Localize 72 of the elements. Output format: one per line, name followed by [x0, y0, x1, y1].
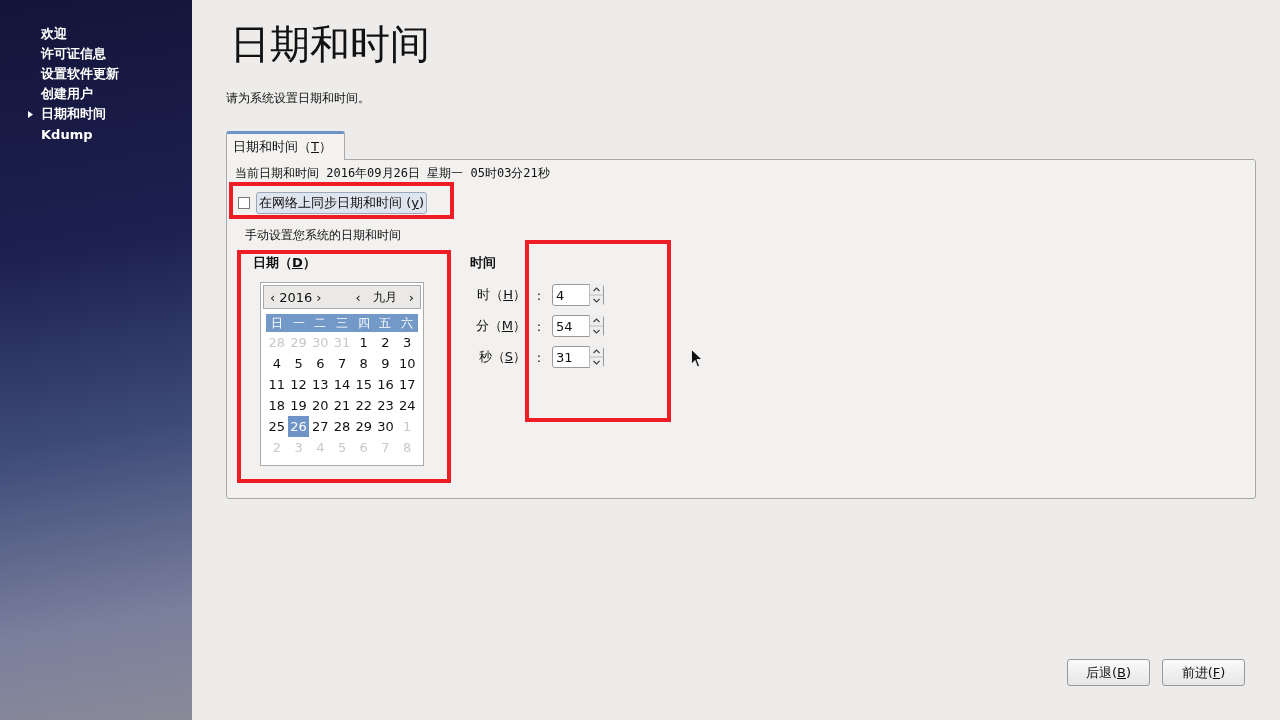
sidebar-item: 许可证信息	[41, 45, 106, 63]
calendar-day[interactable]: 11	[266, 374, 288, 395]
next-month-button[interactable]: ›	[406, 289, 416, 305]
year-label: 2016	[279, 289, 313, 305]
page-title: 日期和时间	[230, 20, 431, 69]
colon: :	[535, 318, 543, 334]
calendar-day[interactable]: 16	[374, 374, 397, 395]
weekday-label: 一	[291, 315, 306, 332]
calendar-day[interactable]: 14	[331, 374, 353, 395]
calendar-day[interactable]: 5	[287, 353, 310, 374]
spin-field[interactable]: 4	[552, 284, 604, 306]
sidebar-item: 创建用户	[41, 85, 93, 103]
weekday-label: 日	[269, 315, 284, 332]
calendar-day[interactable]: 30	[374, 416, 397, 437]
nav-button[interactable]: 后退(B)	[1067, 659, 1150, 686]
previous-year-button[interactable]: ‹	[268, 289, 278, 305]
calendar-day[interactable]: 6	[309, 353, 332, 374]
spin-field[interactable]: 54	[552, 315, 604, 337]
calendar-day[interactable]: 15	[352, 374, 375, 395]
calendar-day[interactable]: 13	[309, 374, 332, 395]
weekday-label: 二	[313, 315, 328, 332]
nav-button[interactable]: 前进(F)	[1162, 659, 1245, 686]
weekday-label: 五	[378, 315, 393, 332]
calendar-day[interactable]: 28	[331, 416, 353, 437]
calendar-day[interactable]: 22	[352, 395, 375, 416]
sidebar-item: 日期和时间	[41, 105, 106, 123]
checkbox[interactable]	[238, 197, 250, 209]
checkbox-label[interactable]: 在网络上同步日期和时间 (y)	[256, 192, 427, 214]
calendar-day[interactable]: 17	[396, 374, 419, 395]
spin-arrows-icon[interactable]	[589, 284, 603, 306]
weekday-label: 六	[400, 315, 415, 332]
calendar-day[interactable]: 24	[396, 395, 419, 416]
calendar-day[interactable]: 3	[396, 332, 419, 353]
field-label: 时（H）	[476, 286, 526, 304]
current-datetime: 当前日期和时间 2016年09月26日 星期一 05时03分21秒	[235, 165, 551, 182]
field-label: 秒（S）	[477, 348, 526, 366]
spin-arrows-icon[interactable]	[589, 315, 603, 337]
calendar-day[interactable]: 1	[352, 332, 375, 353]
calendar-day[interactable]: 25	[266, 416, 288, 437]
calendar-day[interactable]: 9	[374, 353, 397, 374]
weekday-label: 四	[356, 315, 371, 332]
calendar-day[interactable]: 10	[396, 353, 419, 374]
colon: :	[535, 287, 543, 303]
field-label: 分（M）	[474, 317, 526, 335]
sidebar-item: 设置软件更新	[41, 65, 119, 83]
section-label: 手动设置您系统的日期和时间	[244, 227, 402, 244]
calendar-day[interactable]: 19	[287, 395, 310, 416]
date-heading: 日期（D）	[253, 254, 317, 272]
calendar-day[interactable]: 4	[266, 353, 288, 374]
calendar-day[interactable]: 18	[266, 395, 288, 416]
sidebar-item: 欢迎	[41, 25, 67, 43]
calendar-day[interactable]: 2	[374, 332, 397, 353]
calendar-day[interactable]: 23	[374, 395, 397, 416]
page-description: 请为系统设置日期和时间。	[226, 90, 371, 107]
previous-month-button[interactable]: ‹	[353, 289, 363, 305]
month-label: 九月	[371, 288, 398, 306]
calendar-day[interactable]: 21	[331, 395, 353, 416]
tab[interactable]: 日期和时间（T）	[226, 131, 345, 160]
calendar-day[interactable]: 20	[309, 395, 332, 416]
colon: :	[535, 349, 543, 365]
spin-field[interactable]: 31	[552, 346, 604, 368]
calendar-day[interactable]: 12	[287, 374, 310, 395]
calendar-day[interactable]: 7	[331, 353, 353, 374]
calendar-day[interactable]: 27	[309, 416, 332, 437]
weekday-label: 三	[335, 315, 349, 332]
sidebar-item: Kdump	[41, 126, 93, 142]
calendar-day[interactable]: 29	[352, 416, 375, 437]
mouse-pointer-icon	[691, 349, 703, 368]
calendar-day[interactable]: 8	[352, 353, 375, 374]
spin-arrows-icon[interactable]	[589, 346, 603, 368]
next-year-button[interactable]: ›	[314, 289, 324, 305]
time-heading: 时间	[470, 254, 497, 272]
